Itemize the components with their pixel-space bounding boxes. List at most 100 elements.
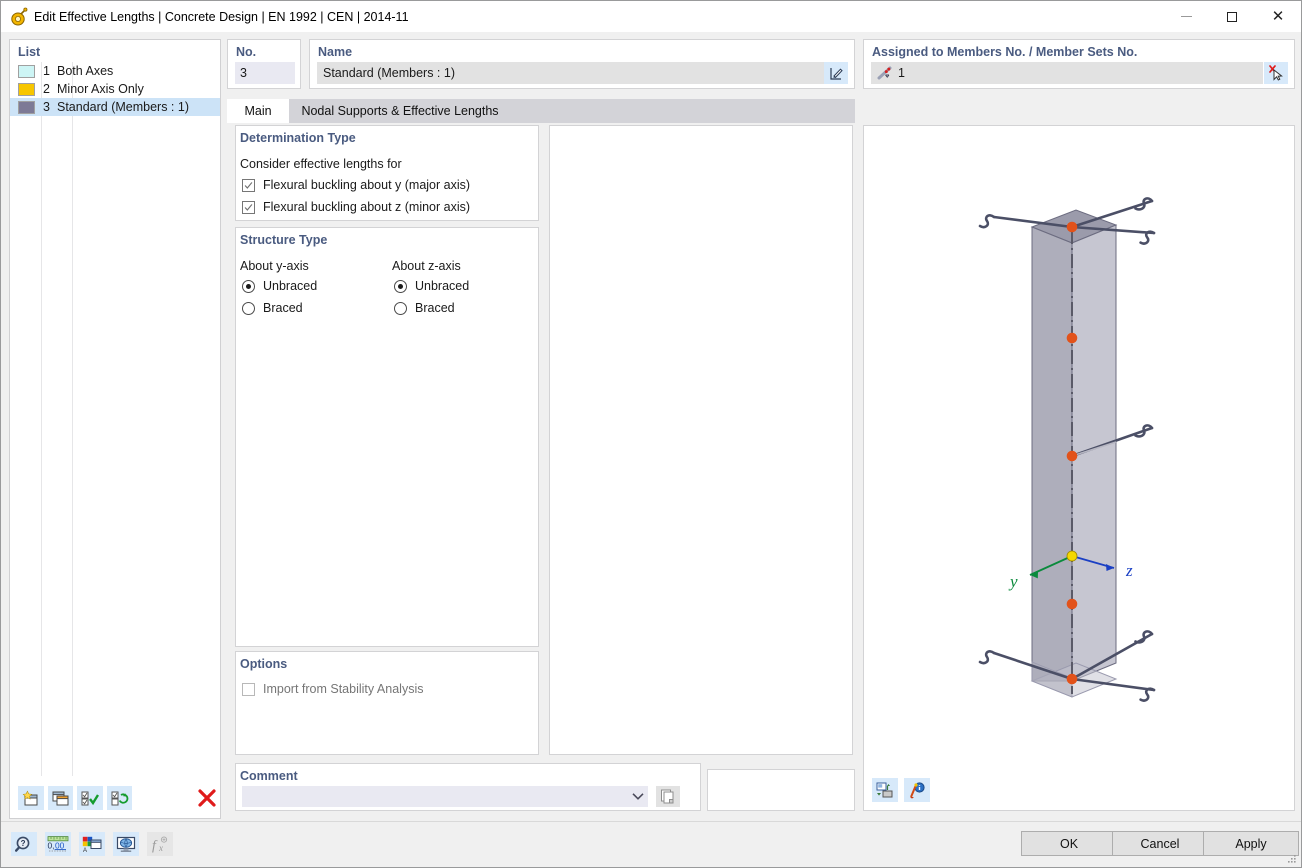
assigned-label: Assigned to Members No. / Member Sets No… <box>872 45 1137 59</box>
checkbox-flexural-buckling-z[interactable]: Flexural buckling about z (minor axis) <box>242 200 470 214</box>
check-all-button[interactable] <box>77 786 103 810</box>
window-title: Edit Effective Lengths | Concrete Design… <box>34 10 409 24</box>
view-snapshot-button[interactable] <box>872 778 898 802</box>
svg-text:?: ? <box>20 839 25 848</box>
name-label: Name <box>318 45 352 59</box>
radio-dot <box>242 302 255 315</box>
refresh-all-button[interactable] <box>107 786 133 810</box>
list-item-label: Standard (Members : 1) <box>57 100 189 114</box>
ok-button[interactable]: OK <box>1021 831 1117 856</box>
title-bar: Edit Effective Lengths | Concrete Design… <box>1 1 1301 32</box>
radio-dot <box>394 302 407 315</box>
radio-label: Braced <box>263 301 303 315</box>
checkbox-box <box>242 201 255 214</box>
help-search-button[interactable]: ? <box>11 832 37 856</box>
maximize-button[interactable] <box>1209 1 1255 32</box>
radio-label: Unbraced <box>263 279 317 293</box>
structure-type-y-heading: About y-axis <box>240 259 309 273</box>
display-button[interactable] <box>113 832 139 856</box>
apply-button[interactable]: Apply <box>1203 831 1299 856</box>
radio-label: Braced <box>415 301 455 315</box>
tab-strip: Main Nodal Supports & Effective Lengths <box>227 99 855 123</box>
svg-text:f: f <box>152 838 158 853</box>
list-toolbar <box>10 778 220 818</box>
assigned-input[interactable]: 1 <box>871 62 1263 84</box>
column-model-graphic: z y <box>864 126 1294 810</box>
list-item[interactable]: 1 Both Axes <box>10 62 220 80</box>
radio-z-unbraced[interactable]: Unbraced <box>394 279 469 293</box>
colors-window-icon: A <box>82 836 102 853</box>
minimize-button[interactable] <box>1163 1 1209 32</box>
node-marker <box>1067 222 1078 233</box>
radio-dot <box>394 280 407 293</box>
resize-grip-icon[interactable] <box>1286 853 1298 865</box>
checkbox-import-from-stability-analysis[interactable]: Import from Stability Analysis <box>242 682 423 696</box>
assigned-pick-button[interactable] <box>1264 62 1288 84</box>
origin-node <box>1067 551 1077 561</box>
radio-y-braced[interactable]: Braced <box>242 301 303 315</box>
delete-item-button[interactable] <box>194 786 220 810</box>
comment-dropdown-button[interactable] <box>628 786 648 807</box>
select-cursor-icon <box>1268 65 1284 81</box>
app-icon <box>6 5 32 29</box>
minimize-icon <box>1181 16 1192 17</box>
units-button[interactable]: 0, 00 <box>45 832 71 856</box>
list-item-number: 2 <box>35 82 57 96</box>
maximize-icon <box>1227 12 1237 22</box>
member-icon <box>877 66 893 80</box>
comment-copy-button[interactable] <box>656 786 680 807</box>
tab-main[interactable]: Main <box>227 99 289 123</box>
model-viewport[interactable]: z y <box>863 125 1295 811</box>
close-button[interactable]: ✕ <box>1255 1 1301 32</box>
view-info-button[interactable] <box>904 778 930 802</box>
comment-title: Comment <box>240 769 298 783</box>
list-rows: 1 Both Axes 2 Minor Axis Only 3 Standard… <box>10 62 220 776</box>
structure-type-title: Structure Type <box>240 233 327 247</box>
checkbox-label: Flexural buckling about y (major axis) <box>263 178 470 192</box>
camera-view-icon <box>876 782 894 799</box>
assigned-panel: Assigned to Members No. / Member Sets No… <box>863 39 1295 89</box>
structure-type-z-heading: About z-axis <box>392 259 461 273</box>
formula-button[interactable]: f x <box>147 832 173 856</box>
middle-content-panel <box>549 125 853 755</box>
checkbox-flexural-buckling-y[interactable]: Flexural buckling about y (major axis) <box>242 178 470 192</box>
checkbox-label: Import from Stability Analysis <box>263 682 423 696</box>
radio-dot <box>242 280 255 293</box>
check-icon <box>244 203 253 212</box>
monitor-globe-icon <box>116 836 136 853</box>
list-item-selected[interactable]: 3 Standard (Members : 1) <box>10 98 220 116</box>
node-marker <box>1067 674 1078 685</box>
list-item-label: Both Axes <box>57 64 113 78</box>
number-panel: No. 3 <box>227 39 301 89</box>
dialog-window: Edit Effective Lengths | Concrete Design… <box>0 0 1302 868</box>
svg-text:0,: 0, <box>48 840 55 850</box>
structure-type-box: Structure Type About y-axis About z-axis… <box>235 227 539 647</box>
comment-input[interactable] <box>242 786 648 807</box>
determination-type-box: Determination Type Consider effective le… <box>235 125 539 221</box>
list-item[interactable]: 2 Minor Axis Only <box>10 80 220 98</box>
radio-y-unbraced[interactable]: Unbraced <box>242 279 317 293</box>
radio-z-braced[interactable]: Braced <box>394 301 455 315</box>
appearance-button[interactable]: A <box>79 832 105 856</box>
number-input[interactable]: 3 <box>235 62 295 84</box>
bottom-toolbar: ? 0, 00 <box>11 832 173 856</box>
list-panel: List 1 Both Axes 2 Minor Axis Only 3 Sta… <box>9 39 221 819</box>
ruler-numbers-icon: 0, 00 <box>47 836 69 853</box>
function-icon: f x <box>151 836 170 853</box>
tab-nodal-supports[interactable]: Nodal Supports & Effective Lengths <box>289 99 511 123</box>
list-item-color-swatch <box>18 65 35 78</box>
radio-label: Unbraced <box>415 279 469 293</box>
copy-item-button[interactable] <box>48 786 74 810</box>
name-edit-button[interactable] <box>824 62 848 84</box>
red-x-icon <box>197 789 217 807</box>
name-input[interactable]: Standard (Members : 1) <box>317 62 825 84</box>
close-icon: ✕ <box>1272 9 1285 24</box>
new-item-button[interactable] <box>18 786 44 810</box>
info-pin-icon <box>908 782 926 799</box>
node-marker <box>1067 599 1078 610</box>
chevron-down-icon <box>632 792 644 801</box>
number-label: No. <box>236 45 256 59</box>
list-item-label: Minor Axis Only <box>57 82 144 96</box>
cancel-button[interactable]: Cancel <box>1112 831 1208 856</box>
checkbox-box <box>242 179 255 192</box>
